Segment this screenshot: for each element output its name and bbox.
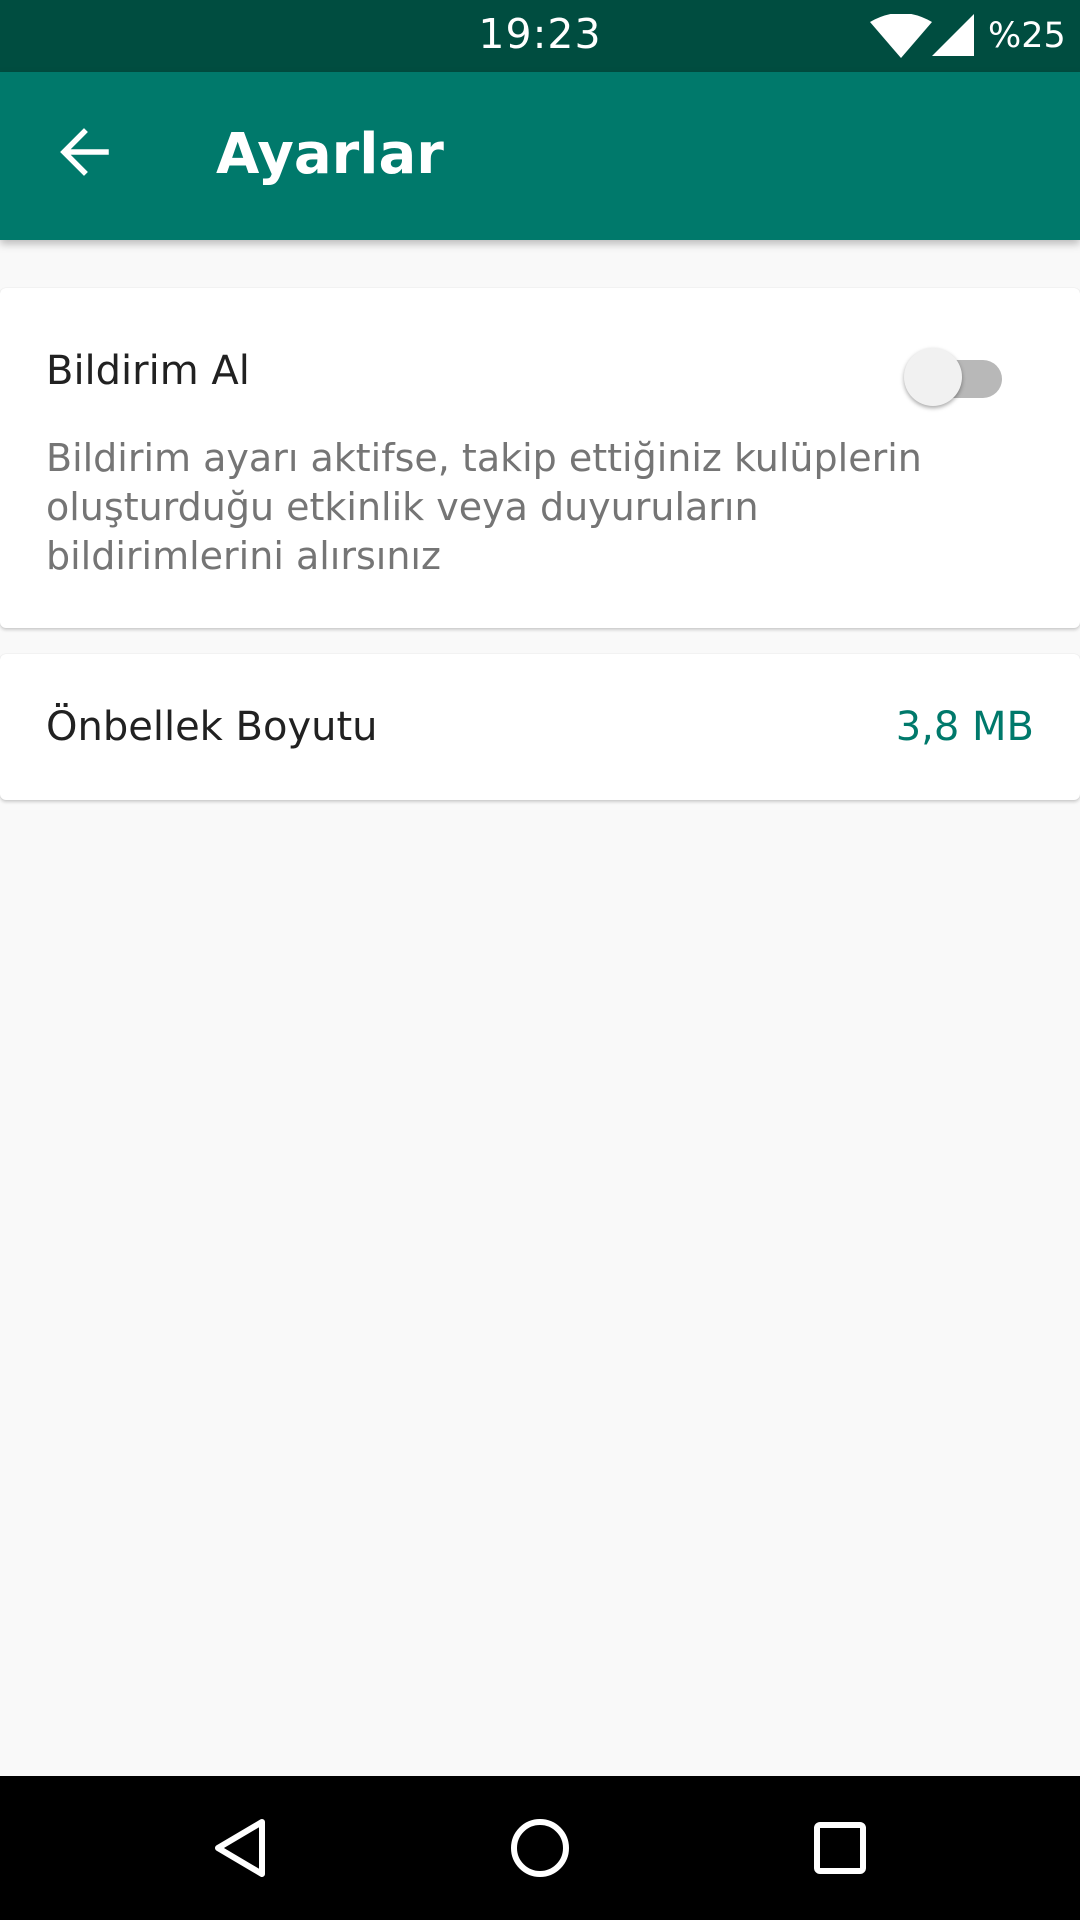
notification-setting-title: Bildirim Al	[46, 348, 250, 394]
nav-recent-icon	[814, 1822, 866, 1874]
signal-icon	[932, 14, 974, 56]
back-button[interactable]	[44, 112, 124, 192]
nav-back-button[interactable]	[190, 1798, 290, 1898]
cache-size-label: Önbellek Boyutu	[46, 704, 378, 750]
nav-home-icon	[511, 1819, 569, 1877]
toggle-thumb	[904, 348, 962, 406]
battery-percentage: %25	[988, 16, 1066, 56]
status-bar: 19:23 %25	[0, 0, 1080, 72]
nav-recent-button[interactable]	[790, 1798, 890, 1898]
navigation-bar	[0, 1776, 1080, 1920]
wifi-icon	[870, 14, 932, 58]
arrow-back-icon	[60, 128, 109, 176]
nav-home-button[interactable]	[490, 1798, 590, 1898]
nav-back-icon	[215, 1819, 265, 1877]
notification-setting-description: Bildirim ayarı aktifse, takip ettiğiniz …	[46, 436, 922, 578]
settings-screen: 19:23 %25 Ayarlar Bildirim Al Bildirim a…	[0, 0, 1080, 1920]
app-bar: Ayarlar	[0, 72, 1080, 240]
notification-toggle[interactable]	[904, 342, 1004, 406]
cache-size-value: 3,8 MB	[895, 704, 1034, 750]
page-title: Ayarlar	[216, 122, 444, 187]
